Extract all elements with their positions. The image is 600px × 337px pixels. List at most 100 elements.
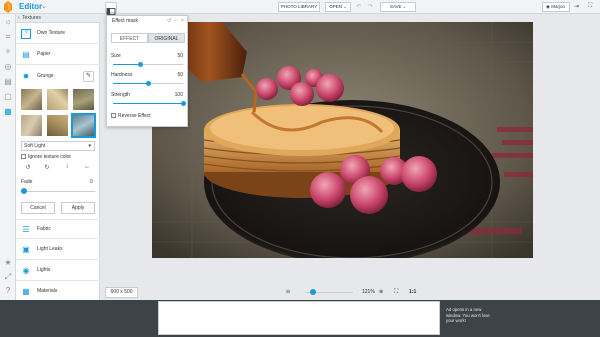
ad-notice: Ad opens in a new window. You won't lose…	[446, 307, 490, 323]
redo-icon[interactable]: ↷	[368, 3, 373, 10]
chevron-down-icon: ⌄	[343, 4, 347, 9]
reset-icon[interactable]: ↺	[167, 18, 171, 24]
texture-panel: ‹ Textures ? Own Texture ▤ Paper ✹ Grung…	[16, 14, 100, 300]
favorites-icon[interactable]: ★	[3, 258, 13, 268]
user-button[interactable]: ◉ Marjon	[542, 2, 570, 12]
strength-slider[interactable]	[113, 101, 186, 106]
effect-mask-title: Effect mask	[112, 18, 139, 24]
flip-vertical-icon[interactable]: ↕	[62, 164, 72, 170]
caret-down-icon: ▾	[88, 143, 91, 149]
zoom-in-icon[interactable]: ⊕	[379, 287, 383, 298]
open-button[interactable]: OPEN ⌄	[325, 2, 351, 12]
category-fabric[interactable]: ☰ Fabric	[16, 219, 100, 239]
category-paper[interactable]: ▤ Paper	[16, 45, 100, 65]
checkbox[interactable]	[111, 113, 116, 118]
zoom-slider-handle[interactable]	[310, 289, 316, 295]
rotate-right-icon[interactable]: ↻	[42, 164, 52, 171]
effect-mask-popup: Effect mask ↺ – × EFFECT ORIGINAL Size 5…	[106, 15, 188, 127]
zoom-out-icon[interactable]: ⊖	[286, 287, 290, 298]
question-icon: ?	[21, 29, 31, 39]
transform-buttons: ↺ ↻ ↕ ↔	[21, 164, 95, 174]
canvas-photo[interactable]	[152, 22, 533, 258]
lightbulb-icon: ◉	[22, 266, 30, 275]
adjust-icon[interactable]: ☼	[3, 17, 13, 27]
cancel-button[interactable]: Cancel	[21, 202, 55, 214]
crop-icon[interactable]: ⌗	[3, 32, 13, 42]
close-icon[interactable]: ×	[181, 18, 184, 24]
fade-slider-handle[interactable]	[21, 188, 27, 194]
paper-icon: ▤	[22, 50, 30, 59]
texture-thumb[interactable]	[47, 89, 68, 110]
checkbox[interactable]	[21, 154, 26, 159]
brush-icon: ✎	[85, 73, 92, 79]
canvas-dimensions[interactable]: 600 x 500	[105, 287, 138, 298]
texture-thumb[interactable]	[47, 115, 68, 136]
materials-icon: ▦	[22, 287, 30, 296]
help-icon[interactable]: ?	[3, 286, 13, 296]
actual-size-button[interactable]: 1:1	[409, 287, 416, 298]
tab-effect[interactable]: EFFECT	[111, 33, 148, 43]
fade-value: 0	[90, 179, 93, 185]
fit-screen-icon[interactable]: ⛶	[394, 287, 398, 298]
app-title[interactable]: Editor	[19, 2, 42, 11]
hardness-value: 50	[177, 72, 183, 78]
category-materials[interactable]: ▦ Materials	[16, 282, 100, 302]
category-own-texture[interactable]: ? Own Texture	[16, 24, 100, 44]
category-grunge[interactable]: ✹ Grunge ✎	[16, 67, 100, 87]
zoom-bar: ⊖ 121% ⊕ ⛶ 1:1	[282, 287, 422, 298]
frame-icon[interactable]: ▢	[3, 92, 13, 102]
grunge-icon: ✹	[22, 72, 30, 81]
chevron-left-icon: ‹	[18, 15, 20, 21]
fullscreen-icon[interactable]: ⛶	[588, 3, 592, 10]
blend-mode-select[interactable]: Soft Light ▾	[21, 141, 95, 151]
size-slider[interactable]	[113, 62, 183, 67]
hardness-slider-handle[interactable]	[146, 81, 151, 86]
apply-button[interactable]: Apply	[61, 202, 95, 214]
wand-icon[interactable]: ✧	[3, 47, 13, 57]
fabric-icon: ☰	[22, 225, 30, 234]
collapse-icon[interactable]: ⤢	[3, 272, 13, 282]
size-value: 50	[177, 53, 183, 59]
camera-icon: ▣	[22, 245, 30, 254]
top-bar: Editor ⌄ PHOTO LIBRARY OPEN ⌄ ↶ ↷ SAVE ⌄…	[0, 0, 600, 15]
fade-label: Fade	[21, 179, 33, 185]
reverse-effect-checkbox[interactable]: Reverse Effect	[111, 113, 151, 119]
texture-thumb[interactable]	[21, 89, 42, 110]
ad-banner[interactable]	[158, 301, 440, 335]
pancake-photo	[152, 22, 533, 258]
category-light-leaks[interactable]: ▣ Light Leaks	[16, 240, 100, 260]
strength-slider-handle[interactable]	[181, 101, 186, 106]
minimize-icon[interactable]: –	[174, 18, 177, 24]
rotate-left-icon[interactable]: ↺	[23, 164, 33, 171]
strength-label: Strength	[111, 92, 130, 98]
texture-thumb[interactable]	[21, 115, 42, 136]
panel-header[interactable]: ‹ Textures	[16, 14, 100, 23]
user-icon: ◉	[546, 4, 550, 9]
fade-slider-track[interactable]	[23, 191, 95, 192]
save-button[interactable]: SAVE ⌄	[380, 2, 416, 12]
texture-thumbnails	[21, 89, 96, 139]
ignore-texture-color-checkbox[interactable]: Ignore texture color	[21, 154, 71, 160]
category-lights[interactable]: ◉ Lights	[16, 261, 100, 281]
size-label: Size	[111, 53, 121, 59]
strength-slider-fill	[113, 103, 183, 104]
exit-icon[interactable]: ⇥	[574, 3, 579, 10]
eye-icon[interactable]: ◎	[3, 62, 13, 72]
zoom-level: 121%	[362, 289, 375, 295]
size-slider-handle[interactable]	[138, 62, 143, 67]
tab-original[interactable]: ORIGINAL	[148, 33, 185, 43]
logo-icon	[4, 1, 12, 13]
flip-horizontal-icon[interactable]: ↔	[82, 164, 92, 170]
frame-toggle-button[interactable]	[105, 2, 117, 15]
texture-thumb[interactable]	[73, 89, 94, 110]
textures-icon[interactable]: ▦	[3, 107, 13, 117]
photo-library-button[interactable]: PHOTO LIBRARY	[278, 2, 320, 12]
layers-icon[interactable]: ▤	[3, 77, 13, 87]
hardness-slider[interactable]	[113, 81, 183, 86]
chevron-down-icon[interactable]: ⌄	[41, 2, 47, 10]
hardness-slider-fill	[113, 83, 148, 84]
tool-rail: ☼ ⌗ ✧ ◎ ▤ ▢ ▦ ★ ⤢ ?	[0, 14, 16, 300]
texture-thumb-selected[interactable]	[71, 113, 96, 138]
brush-button[interactable]: ✎	[83, 71, 94, 82]
undo-icon[interactable]: ↶	[356, 3, 361, 10]
